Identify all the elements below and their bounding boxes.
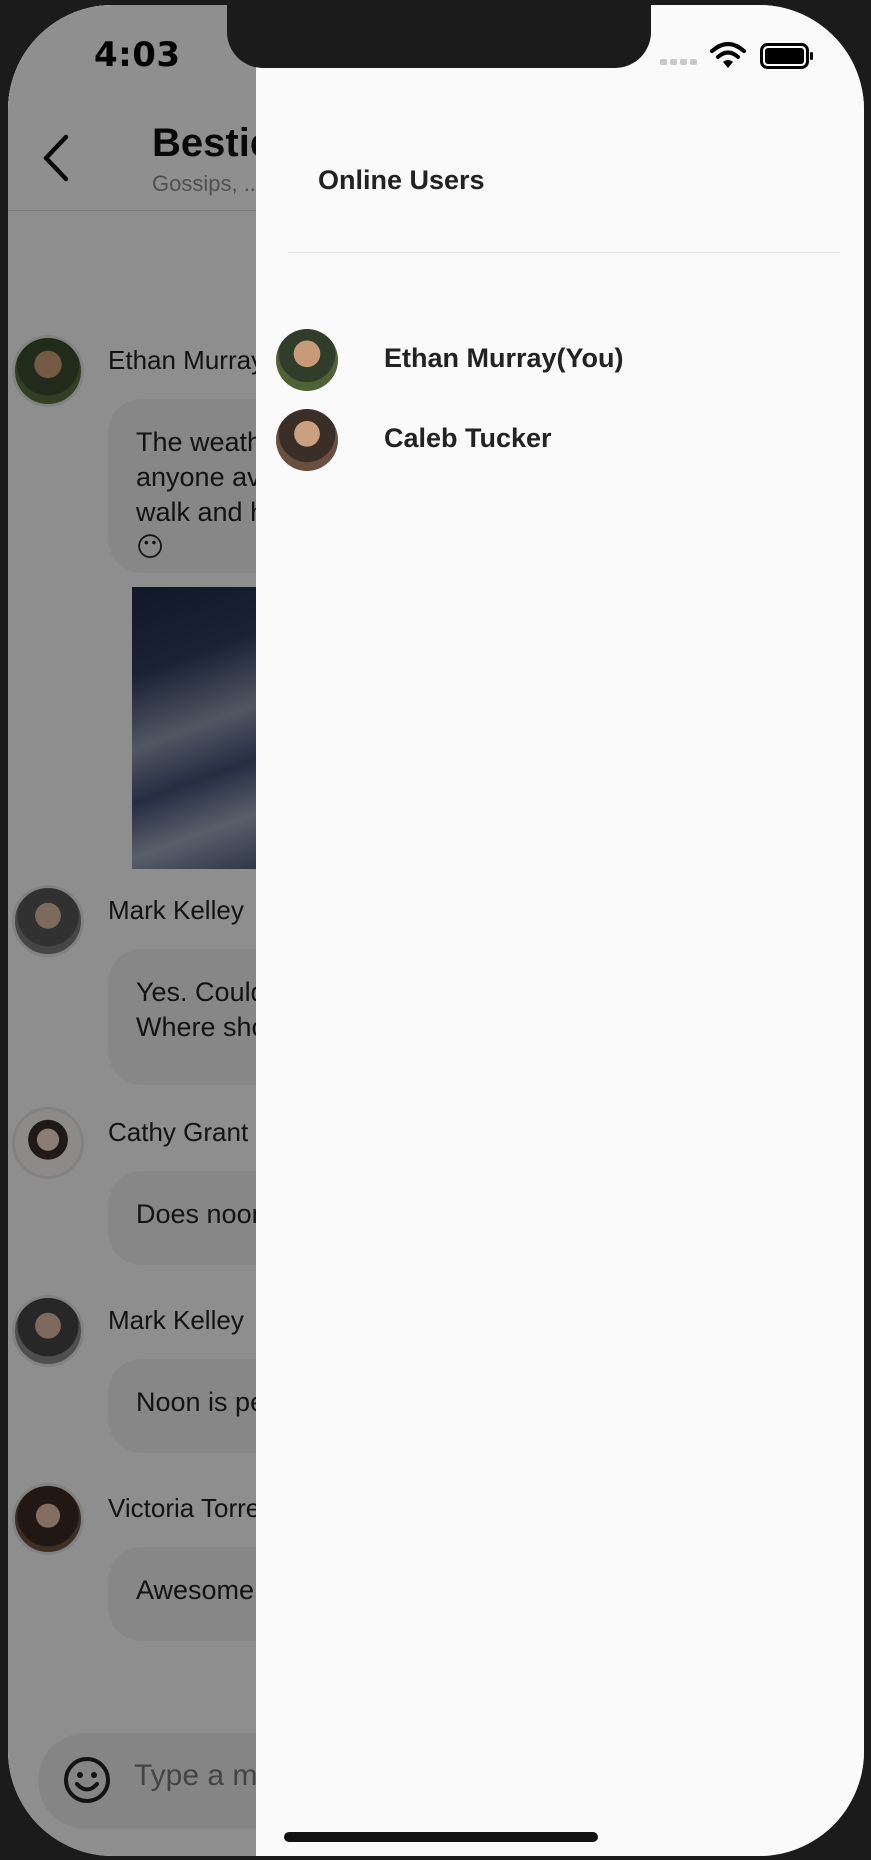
drawer-title: Online Users [318, 165, 485, 195]
online-user-item[interactable]: Caleb Tucker [276, 409, 836, 473]
user-name: Ethan Murray(You) [384, 343, 624, 373]
device-notch [227, 5, 651, 68]
avatar [276, 409, 338, 471]
wifi-icon [710, 42, 746, 68]
user-name: Caleb Tucker [384, 423, 552, 453]
avatar [276, 329, 338, 391]
battery-icon [760, 43, 813, 69]
signal-icon [660, 59, 697, 65]
online-user-item[interactable]: Ethan Murray(You) [276, 329, 836, 393]
online-users-drawer: Online Users Ethan Murray(You) Caleb Tuc… [256, 5, 864, 1856]
home-indicator[interactable] [284, 1832, 598, 1842]
divider [288, 252, 840, 253]
device-screen: 4:03 Besties Gossips, ... Ethan Murray T… [8, 5, 864, 1856]
